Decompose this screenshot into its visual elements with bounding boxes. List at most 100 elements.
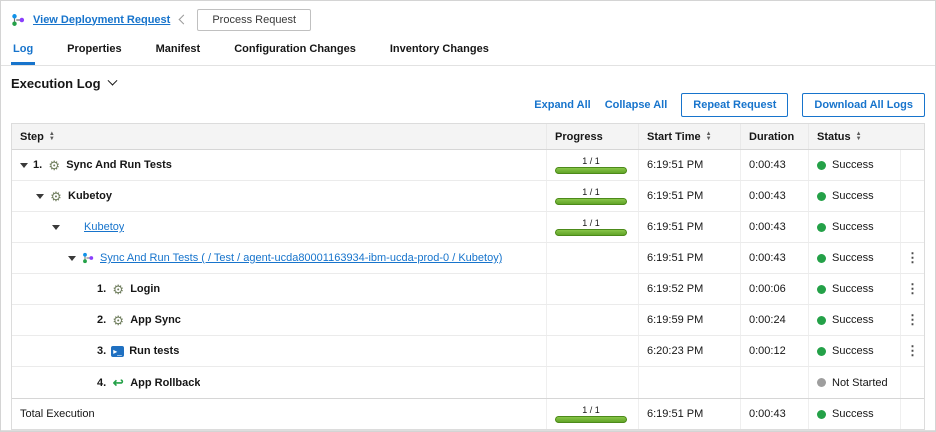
tab-manifest[interactable]: Manifest bbox=[154, 39, 203, 65]
status-cell: Success bbox=[808, 305, 900, 335]
total-row: Total Execution 1 / 1 6:19:51 PM 0:00:43… bbox=[12, 398, 924, 429]
kebab-menu-icon[interactable]: ⋮ bbox=[906, 250, 919, 266]
step-label: Run tests bbox=[129, 345, 179, 357]
step-link[interactable]: Kubetoy bbox=[84, 221, 124, 233]
progress-cell bbox=[546, 305, 638, 335]
column-header-step[interactable]: Step ▲▼ bbox=[12, 124, 546, 149]
status-label: Success bbox=[832, 252, 874, 264]
status-label: Success bbox=[832, 314, 874, 326]
breadcrumb: View Deployment Request Process Request bbox=[1, 1, 935, 31]
tab-inventory-changes[interactable]: Inventory Changes bbox=[388, 39, 491, 65]
step-cell: Kubetoy bbox=[12, 212, 546, 242]
start-time-cell: 6:19:51 PM bbox=[638, 150, 740, 180]
kebab-cell: ⋮ bbox=[900, 305, 924, 335]
expand-all-link[interactable]: Expand All bbox=[534, 99, 590, 111]
duration-cell: 0:00:12 bbox=[740, 336, 808, 366]
status-dot bbox=[817, 161, 826, 170]
breadcrumb-current: Process Request bbox=[197, 9, 311, 31]
status-cell: Success bbox=[808, 150, 900, 180]
sort-icon[interactable]: ▲▼ bbox=[856, 132, 862, 142]
page: View Deployment Request Process Request … bbox=[0, 0, 936, 432]
progress-bar-fill bbox=[555, 416, 627, 423]
download-all-logs-button[interactable]: Download All Logs bbox=[802, 93, 925, 117]
status-dot bbox=[817, 254, 826, 263]
column-header-label: Duration bbox=[749, 131, 794, 143]
collapse-all-link[interactable]: Collapse All bbox=[605, 99, 668, 111]
total-progress-cell: 1 / 1 bbox=[546, 399, 638, 429]
status-label: Success bbox=[832, 221, 874, 233]
section-header: Execution Log bbox=[11, 76, 925, 91]
column-header-status[interactable]: Status ▲▼ bbox=[808, 124, 900, 149]
chevron-left-icon bbox=[179, 15, 189, 25]
kebab-cell bbox=[900, 150, 924, 180]
status-dot bbox=[817, 285, 826, 294]
expand-caret-icon[interactable] bbox=[20, 163, 28, 168]
chevron-down-icon[interactable] bbox=[107, 76, 117, 86]
total-label: Total Execution bbox=[20, 408, 95, 420]
column-header-label: Start Time bbox=[647, 131, 701, 143]
column-header-label: Progress bbox=[555, 131, 603, 143]
sort-icon[interactable]: ▲▼ bbox=[49, 132, 55, 142]
kebab-menu-icon[interactable]: ⋮ bbox=[906, 281, 919, 297]
gear-icon: ⚙ bbox=[111, 314, 125, 327]
start-time-cell: 6:19:59 PM bbox=[638, 305, 740, 335]
status-dot bbox=[817, 410, 826, 419]
step-number: 1. bbox=[33, 159, 42, 171]
column-header-label: Status bbox=[817, 131, 851, 143]
tab-configuration-changes[interactable]: Configuration Changes bbox=[232, 39, 358, 65]
tab-log[interactable]: Log bbox=[11, 39, 35, 65]
tab-bar: Log Properties Manifest Configuration Chang… bbox=[1, 39, 935, 66]
tab-properties[interactable]: Properties bbox=[65, 39, 123, 65]
progress-cell bbox=[546, 336, 638, 366]
log-row: 2.⚙App Sync6:19:59 PM0:00:24Success⋮ bbox=[12, 305, 924, 336]
log-row: Kubetoy1 / 16:19:51 PM0:00:43Success bbox=[12, 212, 924, 243]
status-cell: Success bbox=[808, 336, 900, 366]
expand-caret-icon[interactable] bbox=[68, 256, 76, 261]
kebab-cell: ⋮ bbox=[900, 336, 924, 366]
duration-cell: 0:00:43 bbox=[740, 181, 808, 211]
step-number: 3. bbox=[97, 345, 106, 357]
step-cell: Sync And Run Tests ( / Test / agent-ucda… bbox=[12, 243, 546, 273]
step-cell: 1.⚙Sync And Run Tests bbox=[12, 150, 546, 180]
step-cell: 1. ⚙ Login bbox=[12, 274, 546, 304]
progress-bar-fill bbox=[555, 229, 627, 236]
step-number: 1. bbox=[97, 283, 106, 295]
expand-caret-icon[interactable] bbox=[36, 194, 44, 199]
duration-cell: 0:00:43 bbox=[740, 150, 808, 180]
progress-cell bbox=[546, 243, 638, 273]
step-number: 4. bbox=[97, 377, 106, 389]
progress-cell: 1 / 1 bbox=[546, 150, 638, 180]
execution-log-table: Step ▲▼ Progress Start Time ▲▼ Duration Status… bbox=[11, 123, 925, 430]
view-deployment-request-link[interactable]: View Deployment Request bbox=[33, 14, 170, 26]
terminal-icon: ▸_ bbox=[111, 346, 124, 357]
log-row: ⚙Kubetoy1 / 16:19:51 PM0:00:43Success bbox=[12, 181, 924, 212]
gear-icon: ⚙ bbox=[47, 159, 61, 172]
step-label: Login bbox=[130, 283, 160, 295]
start-time-cell: 6:19:51 PM bbox=[638, 212, 740, 242]
kebab-menu-icon[interactable]: ⋮ bbox=[906, 343, 919, 359]
step-link[interactable]: Sync And Run Tests ( / Test / agent-ucda… bbox=[100, 252, 502, 264]
step-cell: 4.↩App Rollback bbox=[12, 367, 546, 398]
kebab-cell: ⋮ bbox=[900, 274, 924, 304]
progress-bar-fill bbox=[555, 167, 627, 174]
status-cell: Success bbox=[808, 212, 900, 242]
start-time-cell: 6:19:52 PM bbox=[638, 274, 740, 304]
sort-icon[interactable]: ▲▼ bbox=[706, 132, 712, 142]
progress-cell bbox=[546, 367, 638, 398]
column-header-start-time[interactable]: Start Time ▲▼ bbox=[638, 124, 740, 149]
duration-cell: 0:00:43 bbox=[740, 212, 808, 242]
kebab-menu-icon[interactable]: ⋮ bbox=[906, 312, 919, 328]
status-cell: Not Started bbox=[808, 367, 900, 398]
column-header-label: Step bbox=[20, 131, 44, 143]
gear-icon: ⚙ bbox=[111, 283, 125, 296]
repeat-request-button[interactable]: Repeat Request bbox=[681, 93, 788, 117]
progress-indicator: 1 / 1 bbox=[555, 405, 627, 423]
status-cell: Success bbox=[808, 243, 900, 273]
progress-indicator: 1 / 1 bbox=[555, 187, 627, 205]
start-time-cell: 6:19:51 PM bbox=[638, 181, 740, 211]
page-title: Execution Log bbox=[11, 76, 101, 91]
progress-label: 1 / 1 bbox=[555, 187, 627, 197]
total-label-cell: Total Execution bbox=[12, 399, 546, 429]
log-row: Sync And Run Tests ( / Test / agent-ucda… bbox=[12, 243, 924, 274]
expand-caret-icon[interactable] bbox=[52, 225, 60, 230]
